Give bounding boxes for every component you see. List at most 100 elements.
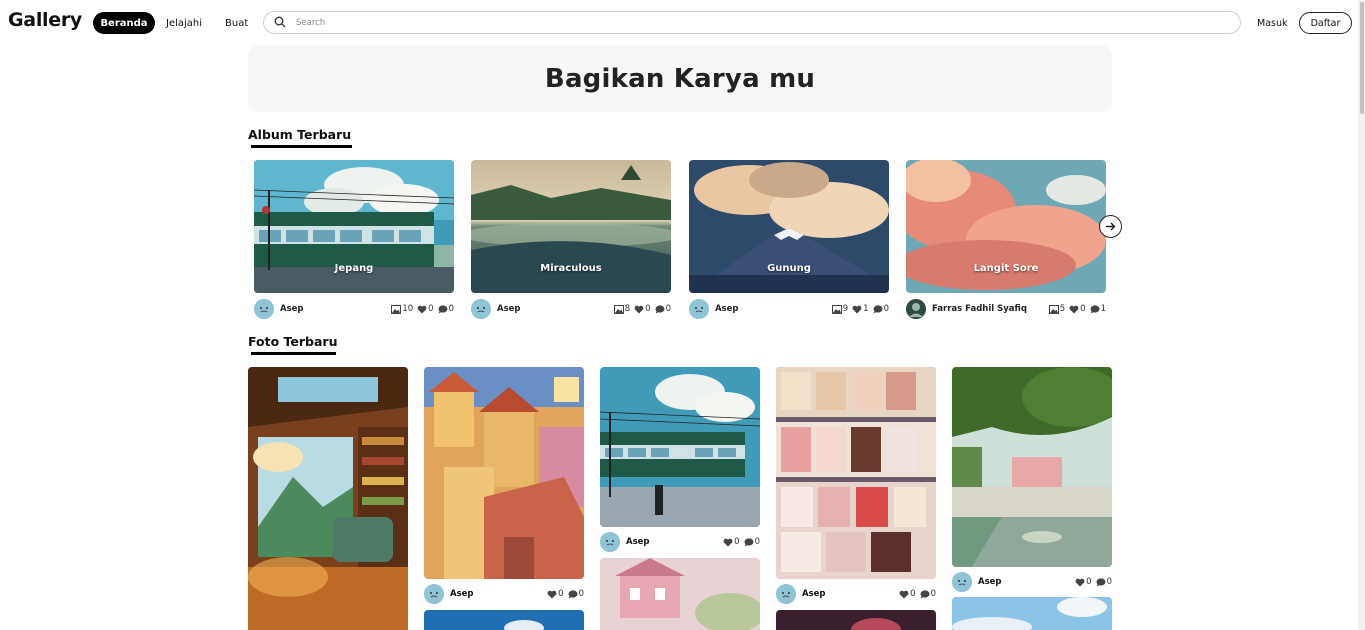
avatar[interactable] bbox=[471, 299, 491, 319]
comment-count-value: 0 bbox=[930, 589, 936, 599]
like-count[interactable]: 0 bbox=[634, 304, 651, 314]
nav-home[interactable]: Beranda bbox=[93, 12, 155, 34]
album-card[interactable]: Miraculous Asep 8 0 0 bbox=[471, 160, 671, 319]
heart-icon bbox=[852, 305, 862, 313]
photo-username[interactable]: Asep bbox=[626, 537, 650, 547]
photo-card[interactable] bbox=[424, 610, 584, 630]
photo-count: 10 bbox=[391, 304, 413, 314]
register-button[interactable]: Daftar bbox=[1299, 12, 1352, 34]
album-username[interactable]: Asep bbox=[497, 304, 521, 314]
albums-section-title: Album Terbaru bbox=[248, 127, 352, 148]
comment-count-value: 0 bbox=[448, 304, 454, 314]
heart-icon bbox=[723, 538, 733, 546]
comment-count[interactable]: 0 bbox=[1096, 577, 1112, 587]
comment-icon bbox=[655, 304, 665, 313]
photo-meta: Asep 0 0 bbox=[776, 584, 936, 604]
section-underline bbox=[251, 352, 336, 355]
comment-count-value: 1 bbox=[1100, 304, 1106, 314]
photos-section-title: Foto Terbaru bbox=[248, 334, 338, 355]
photo-card[interactable] bbox=[952, 367, 1112, 567]
avatar[interactable] bbox=[254, 299, 274, 319]
like-count[interactable]: 0 bbox=[417, 304, 434, 314]
album-username[interactable]: Farras Fadhil Syafiq bbox=[932, 304, 1027, 314]
nav-explore[interactable]: Jelajahi bbox=[166, 12, 202, 34]
photo-meta: Asep 0 0 bbox=[600, 532, 760, 552]
comment-count[interactable]: 0 bbox=[568, 589, 584, 599]
album-card[interactable]: Gunung Asep 9 1 0 bbox=[689, 160, 889, 319]
scrollbar-thumb[interactable] bbox=[1360, 2, 1364, 114]
comment-count-value: 0 bbox=[883, 304, 889, 314]
album-username[interactable]: Asep bbox=[715, 304, 739, 314]
avatar[interactable] bbox=[776, 584, 796, 604]
album-meta: Asep 10 0 0 bbox=[254, 299, 454, 319]
album-title: Gunung bbox=[767, 263, 811, 274]
album-thumbnail[interactable]: Miraculous bbox=[471, 160, 671, 293]
album-card[interactable]: Langit Sore Farras Fadhil Syafiq 5 0 1 bbox=[906, 160, 1106, 319]
albums-section-label: Album Terbaru bbox=[248, 127, 352, 142]
photo-card[interactable] bbox=[248, 367, 408, 630]
comment-count-value: 0 bbox=[665, 304, 671, 314]
photo-meta: Asep 0 0 bbox=[424, 584, 584, 604]
album-stats: 8 0 0 bbox=[610, 304, 671, 314]
search-input[interactable] bbox=[296, 17, 1196, 28]
photo-card[interactable] bbox=[776, 610, 936, 630]
search-bar[interactable] bbox=[263, 11, 1241, 34]
comment-count[interactable]: 0 bbox=[873, 304, 889, 314]
photo-card[interactable] bbox=[424, 367, 584, 579]
album-stats: 5 0 1 bbox=[1045, 304, 1106, 314]
avatar[interactable] bbox=[424, 584, 444, 604]
heart-icon bbox=[899, 590, 909, 598]
like-count[interactable]: 0 bbox=[547, 589, 564, 599]
avatar[interactable] bbox=[906, 299, 926, 319]
like-count[interactable]: 0 bbox=[1075, 577, 1092, 587]
comment-count[interactable]: 0 bbox=[920, 589, 936, 599]
photo-stats: 0 0 bbox=[719, 537, 760, 547]
photo-username[interactable]: Asep bbox=[802, 589, 826, 599]
heart-icon bbox=[1069, 305, 1079, 313]
photos-section-label: Foto Terbaru bbox=[248, 334, 338, 349]
avatar[interactable] bbox=[600, 532, 620, 552]
photo-username[interactable]: Asep bbox=[450, 589, 474, 599]
comment-icon bbox=[920, 589, 930, 598]
like-count[interactable]: 0 bbox=[1069, 304, 1086, 314]
photo-stats: 0 0 bbox=[1071, 577, 1112, 587]
brand-logo[interactable]: Gallery bbox=[8, 9, 82, 31]
like-count-value: 0 bbox=[645, 304, 651, 314]
comment-icon bbox=[744, 537, 754, 546]
like-count-value: 0 bbox=[428, 304, 434, 314]
photo-count: 9 bbox=[831, 304, 848, 314]
album-thumbnail[interactable]: Gunung bbox=[689, 160, 889, 293]
photo-count-value: 5 bbox=[1059, 304, 1066, 314]
like-count[interactable]: 1 bbox=[852, 304, 869, 314]
photo-username[interactable]: Asep bbox=[978, 577, 1002, 587]
avatar[interactable] bbox=[689, 299, 709, 319]
nav-create[interactable]: Buat bbox=[225, 12, 248, 34]
photo-card[interactable] bbox=[952, 597, 1112, 630]
like-count[interactable]: 0 bbox=[723, 537, 740, 547]
photo-card[interactable] bbox=[776, 367, 936, 579]
carousel-next-button[interactable] bbox=[1099, 215, 1122, 238]
comment-count[interactable]: 1 bbox=[1090, 304, 1106, 314]
photo-count: 8 bbox=[613, 304, 630, 314]
comment-count-value: 0 bbox=[754, 537, 760, 547]
like-count[interactable]: 0 bbox=[899, 589, 916, 599]
comment-count-value: 0 bbox=[578, 589, 584, 599]
album-meta: Asep 9 1 0 bbox=[689, 299, 889, 319]
comment-icon bbox=[873, 304, 883, 313]
login-link[interactable]: Masuk bbox=[1257, 12, 1288, 34]
comment-count[interactable]: 0 bbox=[744, 537, 760, 547]
album-card[interactable]: Jepang Asep 10 0 0 bbox=[254, 160, 454, 319]
comment-count-value: 0 bbox=[1106, 577, 1112, 587]
photo-count: 5 bbox=[1048, 304, 1066, 314]
album-thumbnail[interactable]: Langit Sore bbox=[906, 160, 1106, 293]
heart-icon bbox=[547, 590, 557, 598]
avatar[interactable] bbox=[952, 572, 972, 592]
comment-count[interactable]: 0 bbox=[438, 304, 454, 314]
image-icon bbox=[391, 304, 402, 314]
album-thumbnail[interactable]: Jepang bbox=[254, 160, 454, 293]
photo-card[interactable] bbox=[600, 558, 760, 630]
comment-count[interactable]: 0 bbox=[655, 304, 671, 314]
album-username[interactable]: Asep bbox=[280, 304, 304, 314]
photo-card[interactable] bbox=[600, 367, 760, 527]
album-stats: 10 0 0 bbox=[387, 304, 454, 314]
